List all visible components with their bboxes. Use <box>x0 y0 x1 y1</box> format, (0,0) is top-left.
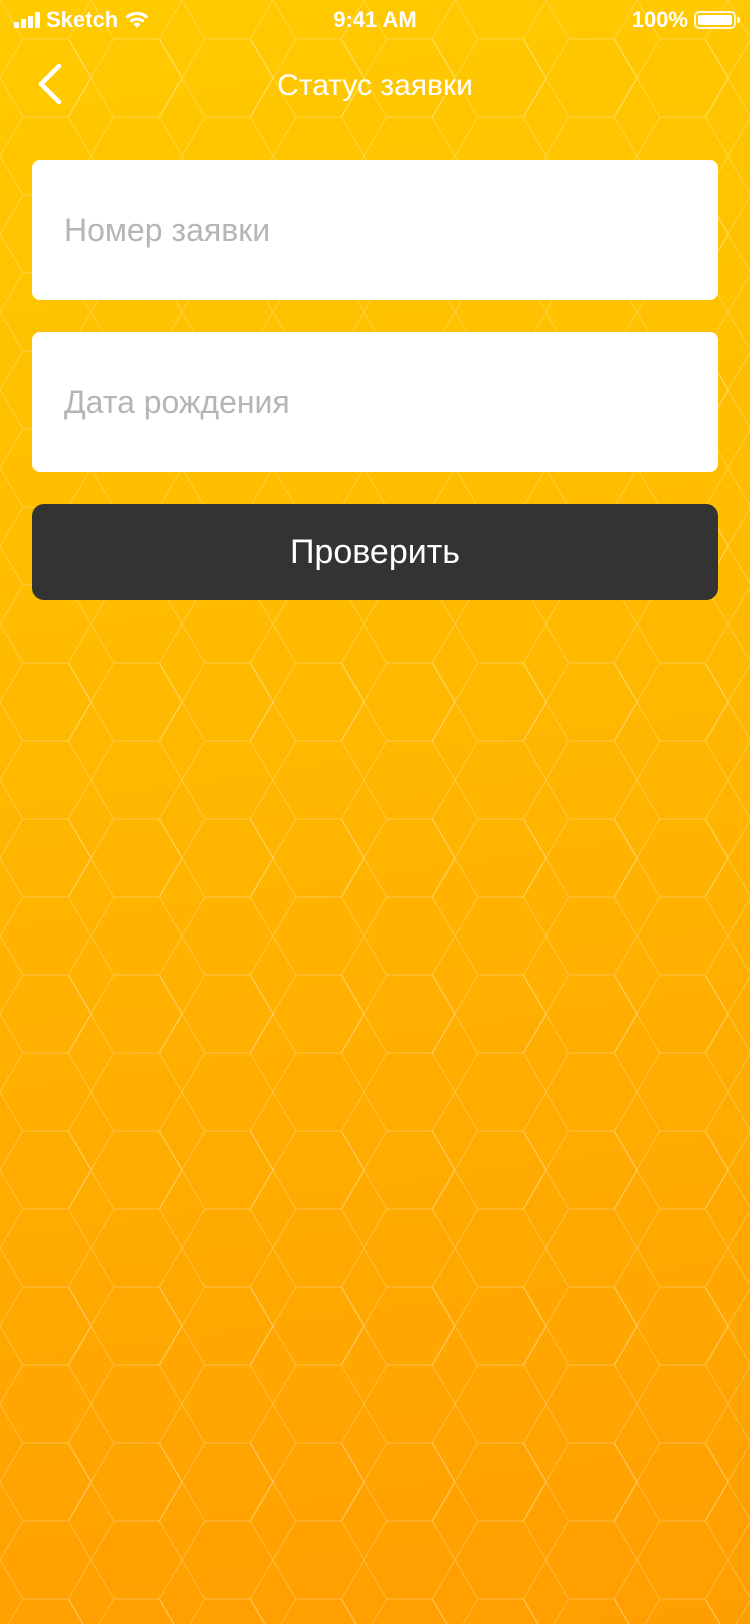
application-number-input[interactable] <box>32 160 718 300</box>
birth-date-input[interactable] <box>32 332 718 472</box>
battery-level <box>698 15 732 25</box>
battery-percent: 100% <box>631 7 688 32</box>
status-bar: Sketch 9:41 AM 100% <box>0 0 750 40</box>
check-button[interactable]: Проверить <box>32 504 718 600</box>
navigation-bar: Статус заявки <box>0 50 750 120</box>
status-bar-right: 100% <box>631 6 740 34</box>
battery-icon <box>694 11 740 29</box>
status-check-screen: Sketch 9:41 AM 100% Статус заявки Номер … <box>0 0 750 1624</box>
page-title: Статус заявки <box>277 69 473 102</box>
